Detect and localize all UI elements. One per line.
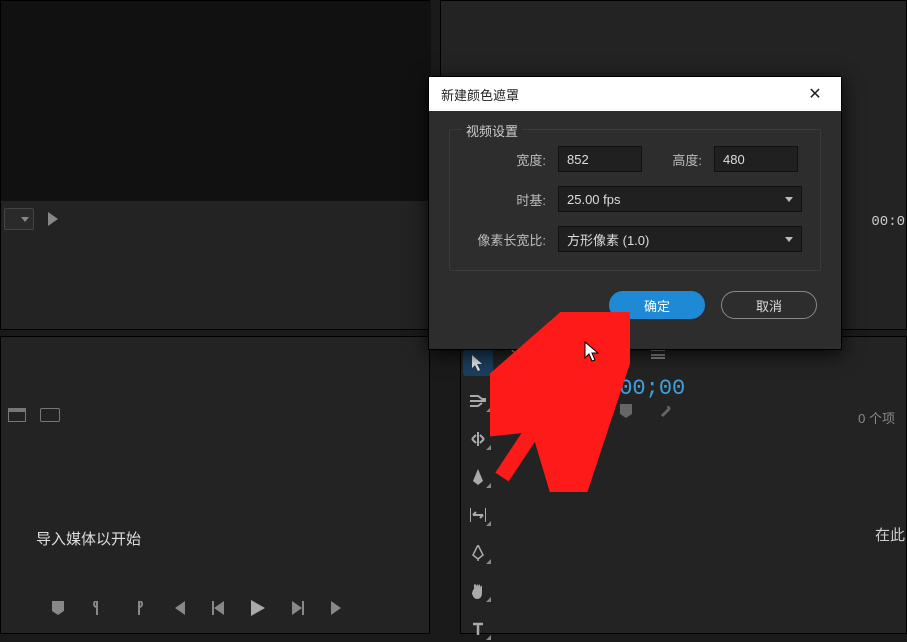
monitor-left-controls [4,208,62,230]
mark-out-icon[interactable] [130,600,146,616]
dialog-title: 新建颜色遮罩 [441,85,519,104]
timebase-label: 时基: [468,190,546,209]
track-select-tool[interactable] [463,388,493,414]
timeline-timecode[interactable]: 00;00;00;00 [540,376,685,401]
source-monitor-panel [0,0,430,330]
go-to-in-icon[interactable] [170,600,186,616]
dialog-titlebar[interactable]: 新建颜色遮罩 ✕ [429,77,841,111]
cancel-button[interactable]: 取消 [721,291,817,319]
par-dropdown[interactable]: 方形像素 (1.0) [558,226,802,252]
go-to-out-icon[interactable] [330,600,346,616]
razor-tool[interactable] [463,464,493,490]
video-settings-group: 视频设置 宽度: 高度: 时基: 25.00 fps 像素长宽比: 方形像素 (… [449,129,821,271]
monitor-out-timecode: 00:0 [871,214,905,230]
snap-icon[interactable] [538,404,552,421]
timeline-drop-hint: 在此 [875,524,905,545]
par-value: 方形像素 (1.0) [567,230,649,249]
ok-button[interactable]: 确定 [609,291,705,319]
mark-in-icon[interactable] [90,600,106,616]
timebase-value: 25.00 fps [567,192,621,207]
marker-add-icon[interactable] [620,404,632,421]
panel-menu-icon[interactable] [651,349,665,359]
timeline-tool-palette [460,350,496,642]
width-input[interactable] [558,146,642,172]
add-marker-icon[interactable] [50,600,66,616]
width-label: 宽度: [468,150,546,169]
settings-wrench-icon[interactable] [658,404,672,421]
import-media-hint: 导入媒体以开始 [36,528,141,549]
linked-selection-icon[interactable] [578,404,594,421]
zoom-dropdown[interactable] [4,208,34,230]
height-label: 高度: [654,150,702,169]
project-icon-view-icon[interactable] [40,408,60,422]
chevron-down-icon [785,197,793,202]
selection-tool[interactable] [463,350,493,376]
project-list-view-icon[interactable] [8,408,26,422]
monitor-viewport [1,1,431,201]
project-item-count: 0 个项 [858,408,895,427]
play-pause-icon[interactable] [250,600,266,616]
project-panel [0,336,430,634]
ripple-edit-tool[interactable] [463,426,493,452]
hand-tool[interactable] [463,578,493,604]
chevron-down-icon [785,237,793,242]
timebase-dropdown[interactable]: 25.00 fps [558,186,802,212]
slip-tool[interactable] [463,502,493,528]
close-icon[interactable]: ✕ [801,84,829,104]
new-color-matte-dialog: 新建颜色遮罩 ✕ 视频设置 宽度: 高度: 时基: 25.00 fps 像素长宽… [428,76,842,350]
transport-controls [50,600,346,616]
step-back-icon[interactable] [210,600,226,616]
play-icon[interactable] [46,211,62,227]
type-tool[interactable] [463,616,493,642]
video-settings-legend: 视频设置 [462,121,522,140]
pen-tool[interactable] [463,540,493,566]
height-input[interactable] [714,146,798,172]
step-forward-icon[interactable] [290,600,306,616]
par-label: 像素长宽比: [468,230,546,249]
